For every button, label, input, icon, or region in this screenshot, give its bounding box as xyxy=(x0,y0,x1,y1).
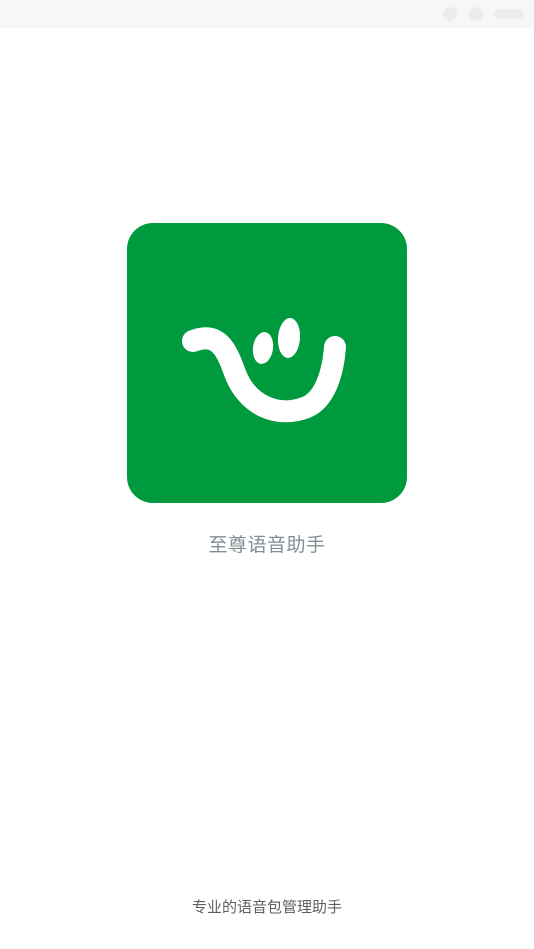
status-bar xyxy=(0,0,534,28)
app-name: 至尊语音助手 xyxy=(208,534,326,556)
battery-icon xyxy=(494,9,524,19)
status-icons xyxy=(442,5,524,23)
signal-icon xyxy=(442,6,458,22)
splash-screen: 至尊语音助手 专业的语音包管理助手 xyxy=(0,0,534,949)
app-tagline: 专业的语音包管理助手 xyxy=(191,898,342,916)
smiley-logo-icon xyxy=(182,318,346,423)
wifi-icon xyxy=(468,6,484,22)
app-logo xyxy=(127,223,407,503)
